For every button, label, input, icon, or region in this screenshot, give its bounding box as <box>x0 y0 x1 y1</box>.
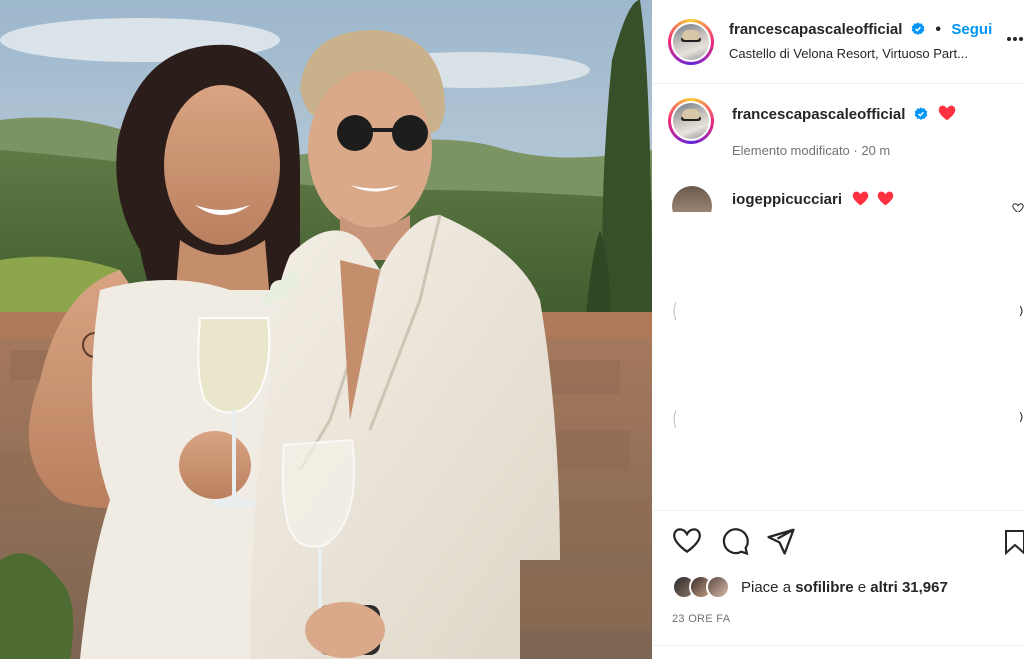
comment-row: iogeppicucciari <box>732 191 894 208</box>
post-image <box>0 0 652 659</box>
post-timestamp[interactable]: 23 ORE FA <box>672 613 730 625</box>
likes-others[interactable]: altri 31,967 <box>870 579 948 596</box>
author-row: francescapascaleofficial • Segui <box>729 21 992 39</box>
likes-prefix: Piace a <box>741 579 792 596</box>
comment-like-edge <box>1020 411 1023 423</box>
comment-avatar-edge <box>673 410 676 428</box>
author-username[interactable]: francescapascaleofficial <box>729 21 902 38</box>
comment-like-edge <box>1020 305 1023 317</box>
comment-icon[interactable] <box>720 526 750 556</box>
comment-avatar[interactable] <box>672 186 712 212</box>
author-avatar[interactable] <box>668 19 714 65</box>
red-heart-emoji-icon <box>939 105 956 121</box>
verified-icon <box>911 22 925 35</box>
red-heart-emoji-icon <box>878 191 894 206</box>
comment-avatar-edge <box>673 302 676 320</box>
likes-text: Piace a sofilibre e altri 31,967 <box>741 579 948 596</box>
caption-username[interactable]: francescapascaleofficial <box>732 106 905 123</box>
save-icon[interactable] <box>1002 526 1024 556</box>
comment-username[interactable]: iogeppicucciari <box>732 191 842 208</box>
location-link[interactable]: Castello di Velona Resort, Virtuoso Part… <box>729 46 968 61</box>
like-comment-icon[interactable] <box>1012 202 1024 212</box>
comment-item: iogeppicucciari <box>672 186 1024 212</box>
likes-conj: e <box>857 579 867 596</box>
likes-user[interactable]: sofilibre <box>795 579 853 596</box>
share-icon[interactable] <box>766 526 796 556</box>
liker-avatar[interactable] <box>706 575 730 599</box>
follow-button[interactable]: Segui <box>951 21 992 38</box>
caption-meta: Elemento modificato · 20 m <box>732 143 891 158</box>
caption-row: francescapascaleofficial <box>732 105 956 124</box>
red-heart-emoji-icon <box>852 191 869 206</box>
like-icon[interactable] <box>672 526 702 556</box>
post-header: francescapascaleofficial • Segui Castell… <box>652 0 1024 84</box>
caption-avatar[interactable] <box>668 98 714 144</box>
verified-icon <box>914 107 928 120</box>
post-photo[interactable] <box>0 0 652 659</box>
separator-dot: • <box>935 21 941 38</box>
actions-divider <box>652 510 1024 511</box>
bottom-divider <box>652 645 1024 646</box>
post-side-panel: francescapascaleofficial • Segui Castell… <box>652 0 1024 659</box>
more-options-icon[interactable] <box>1006 30 1024 54</box>
